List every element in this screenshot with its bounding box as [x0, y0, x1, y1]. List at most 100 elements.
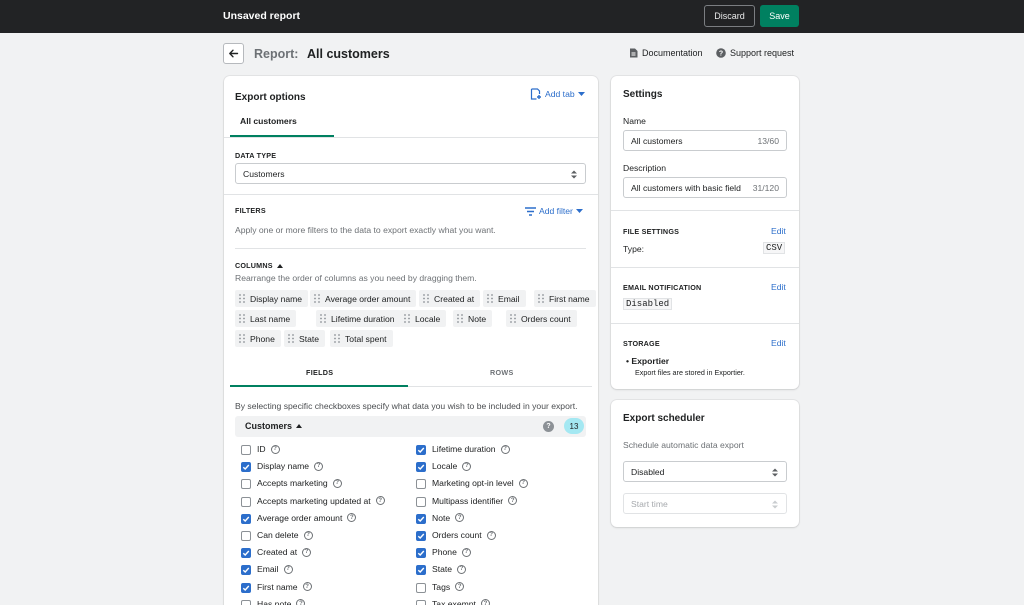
email-notification-edit[interactable]: Edit	[771, 282, 786, 292]
drag-handle-icon[interactable]	[334, 334, 340, 343]
field-checkbox[interactable]	[241, 462, 251, 473]
column-chip[interactable]: Phone	[235, 330, 281, 347]
field-checkbox[interactable]	[416, 479, 426, 490]
drag-handle-icon[interactable]	[423, 294, 429, 303]
column-chip[interactable]: Created at	[419, 290, 481, 307]
add-tab-button[interactable]: Add tab	[530, 88, 585, 100]
field-checkbox[interactable]	[241, 582, 251, 593]
field-checkbox[interactable]	[416, 582, 426, 593]
field-label[interactable]: Locale?	[432, 461, 472, 471]
field-label[interactable]: Has note?	[257, 599, 306, 605]
field-checkbox[interactable]	[241, 513, 251, 524]
field-checkbox[interactable]	[416, 531, 426, 541]
field-checkbox[interactable]	[241, 565, 251, 576]
drag-handle-icon[interactable]	[239, 294, 245, 303]
field-checkbox[interactable]	[241, 496, 251, 507]
discard-button[interactable]: Discard	[704, 5, 755, 27]
column-chip[interactable]: First name	[534, 290, 596, 307]
help-icon[interactable]: ?	[457, 564, 467, 574]
help-icon[interactable]: ?	[508, 496, 518, 506]
column-chip[interactable]: Total spent	[330, 330, 393, 347]
column-chip[interactable]: Locale	[400, 310, 447, 327]
field-checkbox[interactable]	[416, 599, 426, 605]
field-label[interactable]: Display name?	[257, 461, 324, 471]
field-label[interactable]: Accepts marketing?	[257, 478, 342, 488]
data-type-select[interactable]: Customers	[235, 163, 586, 184]
field-label[interactable]: Phone?	[432, 547, 471, 557]
help-icon[interactable]: ?	[480, 599, 490, 605]
name-field[interactable]: All customers 13/60	[623, 130, 787, 151]
help-icon[interactable]: ?	[296, 599, 306, 605]
help-icon[interactable]: ?	[455, 582, 465, 592]
help-icon[interactable]: ?	[302, 547, 312, 557]
drag-handle-icon[interactable]	[457, 314, 463, 323]
column-chip[interactable]: Display name	[235, 290, 309, 307]
field-checkbox[interactable]	[416, 496, 426, 507]
drag-handle-icon[interactable]	[288, 334, 294, 343]
help-icon[interactable]: ?	[270, 444, 280, 454]
columns-toggle[interactable]: COLUMNS	[235, 261, 283, 270]
file-settings-edit[interactable]: Edit	[771, 226, 786, 236]
drag-handle-icon[interactable]	[510, 314, 516, 323]
field-checkbox[interactable]	[241, 548, 251, 559]
drag-handle-icon[interactable]	[538, 294, 544, 303]
tab-fields[interactable]: FIELDS	[306, 368, 333, 377]
help-icon[interactable]: ?	[518, 478, 528, 488]
back-button[interactable]	[223, 43, 244, 64]
column-chip[interactable]: Average order amount	[310, 290, 417, 307]
help-icon[interactable]: ?	[314, 461, 324, 471]
customers-group-header[interactable]: Customers ? 13	[235, 416, 586, 437]
help-icon[interactable]: ?	[455, 513, 465, 523]
save-button[interactable]: Save	[760, 5, 799, 27]
help-icon[interactable]: ?	[303, 530, 313, 540]
field-label[interactable]: Multipass identifier?	[432, 496, 518, 506]
column-chip[interactable]: Orders count	[506, 310, 577, 327]
column-chip[interactable]: State	[284, 330, 326, 347]
customers-group-toggle[interactable]: Customers	[245, 421, 303, 431]
field-checkbox[interactable]	[241, 445, 251, 455]
help-icon[interactable]: ?	[462, 461, 472, 471]
field-label[interactable]: Created at?	[257, 547, 312, 557]
drag-handle-icon[interactable]	[314, 294, 320, 303]
field-label[interactable]: State?	[432, 564, 467, 574]
field-checkbox[interactable]	[416, 548, 426, 559]
tab-rows[interactable]: ROWS	[490, 368, 514, 377]
field-label[interactable]: Lifetime duration?	[432, 444, 510, 454]
field-checkbox[interactable]	[241, 479, 251, 490]
field-label[interactable]: Orders count?	[432, 530, 496, 540]
drag-handle-icon[interactable]	[404, 314, 410, 323]
help-icon[interactable]: ?	[332, 478, 342, 488]
help-icon[interactable]: ?	[543, 421, 554, 432]
drag-handle-icon[interactable]	[320, 314, 326, 323]
field-label[interactable]: Marketing opt-in level?	[432, 478, 528, 488]
field-checkbox[interactable]	[241, 531, 251, 541]
field-label[interactable]: Tax exempt?	[432, 599, 490, 605]
field-label[interactable]: Note?	[432, 513, 465, 523]
column-chip[interactable]: Lifetime duration	[316, 310, 401, 327]
tab-all-customers[interactable]: All customers	[240, 116, 297, 126]
field-label[interactable]: Email?	[257, 564, 293, 574]
help-icon[interactable]: ?	[461, 547, 471, 557]
help-icon[interactable]: ?	[500, 444, 510, 454]
column-chip[interactable]: Note	[453, 310, 493, 327]
field-checkbox[interactable]	[416, 445, 426, 455]
field-label[interactable]: Tags?	[432, 582, 465, 592]
help-icon[interactable]: ?	[486, 530, 496, 540]
field-checkbox[interactable]	[416, 513, 426, 524]
documentation-link[interactable]: Documentation	[629, 48, 703, 58]
field-label[interactable]: First name?	[257, 582, 312, 592]
column-chip[interactable]: Last name	[235, 310, 297, 327]
help-icon[interactable]: ?	[347, 513, 357, 523]
field-label[interactable]: ID?	[257, 444, 280, 454]
field-checkbox[interactable]	[416, 462, 426, 473]
help-icon[interactable]: ?	[283, 564, 293, 574]
drag-handle-icon[interactable]	[239, 314, 245, 323]
field-checkbox[interactable]	[241, 599, 251, 605]
add-filter-button[interactable]: Add filter	[525, 206, 583, 216]
field-checkbox[interactable]	[416, 565, 426, 576]
scheduler-select[interactable]: Disabled	[623, 461, 787, 482]
start-time-select[interactable]: Start time	[623, 493, 787, 514]
support-request-link[interactable]: ? Support request	[716, 48, 794, 58]
description-field[interactable]: All customers with basic field 31/120	[623, 177, 787, 198]
storage-edit[interactable]: Edit	[771, 338, 786, 348]
